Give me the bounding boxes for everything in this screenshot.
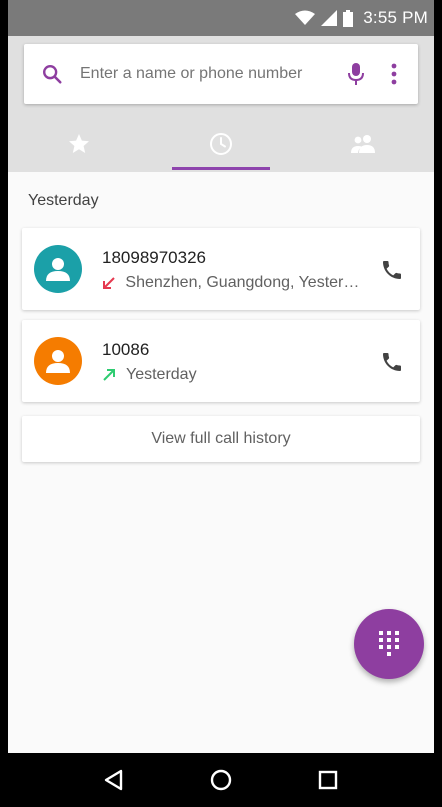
call-details: Yesterday xyxy=(102,366,360,384)
avatar[interactable] xyxy=(34,337,82,385)
contacts-icon xyxy=(349,134,377,159)
call-detail-text: Yesterday xyxy=(126,366,197,383)
section-title: Yesterday xyxy=(28,192,99,209)
search-icon[interactable] xyxy=(24,63,80,85)
call-log-item[interactable]: 18098970326 Shenzhen, Guangdong, Yesterd… xyxy=(22,228,420,310)
home-icon[interactable] xyxy=(201,760,241,800)
avatar[interactable] xyxy=(34,245,82,293)
dialer-header xyxy=(8,36,434,172)
outgoing-call-arrow-icon xyxy=(102,368,118,382)
dialpad-icon xyxy=(379,631,399,656)
search-input[interactable] xyxy=(80,59,336,89)
caller-number: 10086 xyxy=(102,340,150,359)
phone-icon[interactable] xyxy=(378,256,406,284)
call-log-item[interactable]: 10086 Yesterday xyxy=(22,320,420,402)
wifi-icon xyxy=(295,10,316,26)
phone-screen: 3:55 PM Enter a name or phone number Yes… xyxy=(0,0,442,807)
more-options-icon[interactable] xyxy=(376,63,412,85)
status-time: 3:55 PM xyxy=(363,8,428,27)
tab-contacts[interactable] xyxy=(292,120,434,172)
status-bar: 3:55 PM xyxy=(8,0,434,36)
signal-icon xyxy=(321,10,338,26)
microphone-icon[interactable] xyxy=(336,62,376,86)
star-icon xyxy=(67,132,91,161)
caller-number: 18098970326 xyxy=(102,248,207,267)
device-frame-left xyxy=(0,0,8,807)
clock-icon xyxy=(209,132,233,161)
missed-call-arrow-icon xyxy=(102,276,117,290)
tab-recents[interactable] xyxy=(150,120,292,172)
tab-bar xyxy=(8,120,434,172)
navigation-bar xyxy=(0,753,442,807)
back-icon[interactable] xyxy=(94,760,134,800)
device-frame-right xyxy=(434,0,442,807)
view-full-call-history-button[interactable]: View full call history xyxy=(22,416,420,462)
person-icon xyxy=(46,258,70,281)
battery-icon xyxy=(343,9,354,27)
tab-favorites[interactable] xyxy=(8,120,150,172)
recent-apps-icon[interactable] xyxy=(308,760,348,800)
call-detail-text: Shenzhen, Guangdong, Yesterday xyxy=(125,274,360,291)
dialpad-button[interactable] xyxy=(354,609,424,679)
phone-icon[interactable] xyxy=(378,348,406,376)
call-details: Shenzhen, Guangdong, Yesterday xyxy=(102,274,360,292)
person-icon xyxy=(46,350,70,373)
search-bar[interactable] xyxy=(24,44,418,104)
call-log: Yesterday 18098970326 Shenzhen, Guangdon… xyxy=(8,172,434,753)
